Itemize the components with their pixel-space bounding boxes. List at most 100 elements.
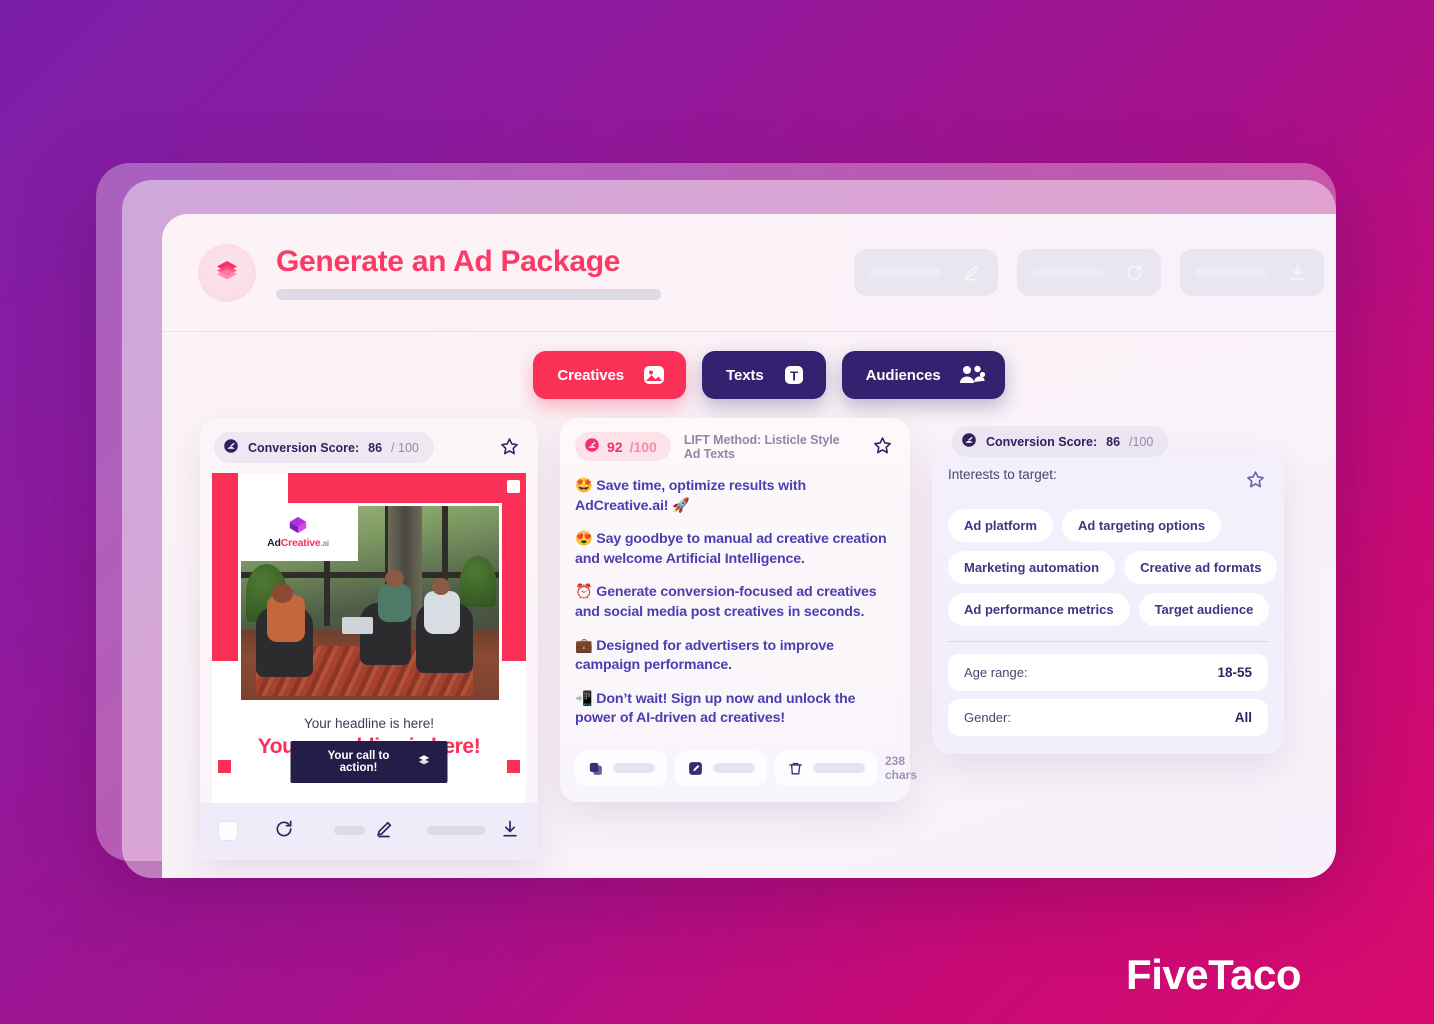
text-score-value: 92 bbox=[607, 438, 623, 455]
favorite-creative-button[interactable] bbox=[497, 434, 522, 462]
gauge-icon bbox=[961, 432, 977, 451]
text-t-icon: T bbox=[781, 362, 807, 388]
text-variant-card: 92 /100 LIFT Method: Listicle Style Ad T… bbox=[560, 418, 917, 802]
page-title: Generate an Ad Package bbox=[276, 245, 621, 278]
interests-label: Interests to target: bbox=[948, 467, 1057, 482]
favorite-audience-button[interactable] bbox=[1243, 467, 1268, 495]
download-creative-button[interactable] bbox=[500, 819, 520, 842]
select-creative-checkbox[interactable] bbox=[218, 820, 238, 841]
gauge-icon bbox=[584, 437, 600, 456]
tab-texts[interactable]: Texts T bbox=[702, 351, 826, 399]
title-skeleton-bar bbox=[276, 289, 661, 300]
tab-bar: Creatives Texts T Audiences bbox=[162, 332, 1336, 418]
tab-creatives[interactable]: Creatives bbox=[533, 351, 687, 399]
audience-card-header: Interests to target: bbox=[948, 467, 1268, 495]
tag-row: Ad performance metrics Target audience bbox=[948, 593, 1270, 626]
interest-tag[interactable]: Ad targeting options bbox=[1061, 509, 1222, 542]
age-range-row: Age range: 18-55 bbox=[948, 654, 1268, 691]
gender-row: Gender: All bbox=[948, 699, 1268, 736]
copy-text-button[interactable] bbox=[575, 750, 667, 786]
star-outline-icon bbox=[499, 436, 520, 460]
text-score-max: /100 bbox=[629, 438, 657, 455]
layers-stack-icon bbox=[418, 754, 431, 770]
ad-text-line: 💼 Designed for advertisers to improve ca… bbox=[575, 637, 834, 674]
text-conversion-score: 92 /100 bbox=[575, 432, 671, 461]
trash-icon bbox=[787, 760, 804, 777]
pencil-icon bbox=[374, 819, 394, 842]
char-count: 238 chars bbox=[885, 754, 918, 783]
decorative-pink-left bbox=[212, 473, 238, 661]
delete-label-skeleton bbox=[813, 763, 865, 774]
score-value: 86 bbox=[1106, 434, 1121, 449]
text-card-topbar: 92 /100 LIFT Method: Listicle Style Ad T… bbox=[575, 432, 895, 461]
decorative-white-square bbox=[507, 480, 520, 493]
score-label: Conversion Score: bbox=[248, 440, 360, 455]
creative-toolbar bbox=[200, 803, 538, 860]
text-card-toolbar: 238 chars bbox=[575, 750, 917, 786]
score-max: / 100 bbox=[391, 440, 419, 455]
creative-card-topbar: Conversion Score: 86 / 100 bbox=[200, 418, 538, 473]
decorative-corner-right bbox=[507, 760, 520, 773]
ad-cta-button[interactable]: Your call to action! bbox=[290, 741, 448, 783]
ad-cta-label: Your call to action! bbox=[327, 750, 390, 774]
button-label-skeleton bbox=[869, 268, 941, 277]
decorative-corner-left bbox=[218, 760, 231, 773]
logo-cube-icon bbox=[287, 515, 309, 535]
audience-fields: Age range: 18-55 Gender: All bbox=[948, 654, 1268, 736]
people-icon bbox=[958, 362, 986, 388]
copy-label-skeleton bbox=[613, 763, 655, 774]
button-label-skeleton bbox=[1195, 268, 1267, 277]
refresh-creative-button[interactable] bbox=[274, 819, 294, 842]
app-window: Generate an Ad Package Creatives Texts T… bbox=[162, 214, 1336, 878]
ad-headline: Your headline is here! bbox=[303, 716, 435, 731]
adcreative-logo-overlay: AdCreative.ai bbox=[238, 503, 358, 561]
decorative-pink-top bbox=[288, 473, 526, 503]
creative-card: Conversion Score: 86 / 100 AdCreative.ai… bbox=[200, 418, 538, 860]
gender-value: All bbox=[1234, 710, 1252, 725]
pencil-square-icon bbox=[687, 760, 704, 777]
results-columns: Conversion Score: 86 / 100 AdCreative.ai… bbox=[162, 418, 1336, 860]
ad-text-lines: 🤩 Save time, optimize results with AdCre… bbox=[575, 477, 895, 729]
ad-photo-container: AdCreative.ai bbox=[238, 503, 502, 703]
tab-audiences[interactable]: Audiences bbox=[841, 351, 1005, 399]
app-header: Generate an Ad Package bbox=[162, 214, 1336, 332]
app-window-frame: Generate an Ad Package Creatives Texts T… bbox=[96, 163, 1336, 878]
star-outline-icon bbox=[872, 435, 893, 459]
svg-text:T: T bbox=[790, 369, 798, 384]
creative-conversion-score: Conversion Score: 86 / 100 bbox=[214, 432, 434, 463]
edit-package-button[interactable] bbox=[854, 249, 998, 296]
favorite-text-button[interactable] bbox=[870, 433, 895, 461]
score-label: Conversion Score: bbox=[986, 434, 1098, 449]
score-value: 86 bbox=[368, 440, 383, 455]
edit-label-skeleton bbox=[333, 826, 366, 835]
interest-tag[interactable]: Target audience bbox=[1138, 593, 1270, 626]
download-icon bbox=[1288, 263, 1307, 282]
decorative-pink-right bbox=[502, 473, 526, 661]
audience-card: Interests to target: Ad platform Ad targ… bbox=[932, 451, 1284, 754]
download-package-button[interactable] bbox=[1180, 249, 1324, 296]
layers-stack-icon bbox=[212, 255, 242, 290]
interest-tag[interactable]: Creative ad formats bbox=[1124, 551, 1278, 584]
edit-label-skeleton bbox=[713, 763, 755, 774]
delete-text-button[interactable] bbox=[775, 750, 877, 786]
age-range-label: Age range: bbox=[964, 665, 1028, 680]
interest-tag[interactable]: Marketing automation bbox=[948, 551, 1116, 584]
edit-text-button[interactable] bbox=[675, 750, 767, 786]
tag-row: Ad platform Ad targeting options bbox=[948, 509, 1268, 542]
image-icon bbox=[641, 362, 667, 388]
ad-creative-preview[interactable]: AdCreative.ai Your headline is here! You… bbox=[212, 473, 526, 803]
ad-text-line: 😍 Say goodbye to manual ad creative crea… bbox=[575, 531, 887, 567]
logo-wordmark: AdCreative.ai bbox=[267, 537, 329, 549]
interest-tag[interactable]: Ad performance metrics bbox=[948, 593, 1130, 626]
interest-tags: Ad platform Ad targeting options Marketi… bbox=[948, 509, 1278, 626]
interest-tag[interactable]: Ad platform bbox=[948, 509, 1053, 542]
regenerate-package-button[interactable] bbox=[1017, 249, 1161, 296]
refresh-icon bbox=[274, 819, 294, 842]
edit-creative-button[interactable] bbox=[374, 819, 394, 842]
gender-label: Gender: bbox=[964, 710, 1011, 725]
pencil-icon bbox=[962, 263, 981, 282]
gauge-icon bbox=[223, 438, 239, 457]
tab-creatives-label: Creatives bbox=[557, 366, 625, 384]
button-label-skeleton bbox=[1032, 268, 1104, 277]
header-actions bbox=[854, 249, 1324, 296]
